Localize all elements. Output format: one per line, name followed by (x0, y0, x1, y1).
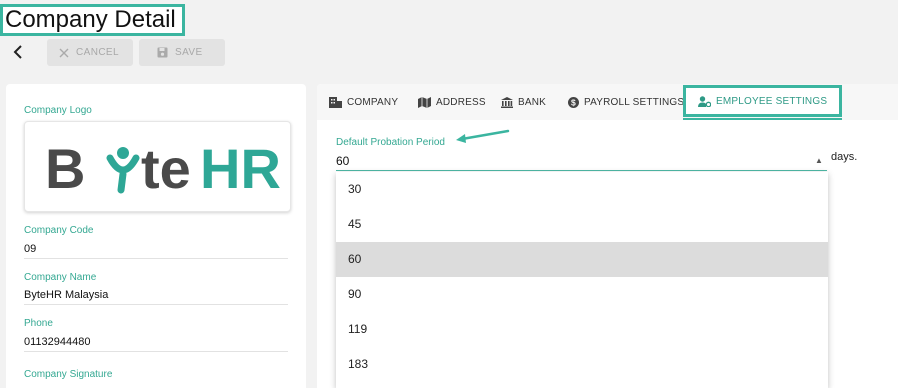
user-settings-icon (698, 95, 711, 107)
bank-icon (501, 96, 513, 108)
close-icon (59, 48, 69, 57)
divider (24, 304, 288, 305)
arrow-annotation-icon (456, 129, 510, 143)
company-signature-label: Company Signature (24, 369, 113, 380)
svg-text:$: $ (571, 97, 576, 107)
probation-unit-label: days. (831, 151, 858, 163)
dropdown-option-45[interactable]: 45 (336, 207, 828, 242)
save-icon (157, 47, 168, 58)
company-name-label: Company Name (24, 272, 97, 283)
cancel-label: CANCEL (76, 47, 119, 58)
building-icon (329, 96, 342, 108)
company-code-label: Company Code (24, 225, 94, 236)
cancel-button[interactable]: CANCEL (47, 39, 133, 66)
tab-payroll-settings[interactable]: $ PAYROLL SETTINGS (568, 84, 684, 120)
save-label: SAVE (175, 47, 203, 58)
probation-period-label: Default Probation Period (336, 137, 445, 148)
tab-label: ADDRESS (436, 96, 486, 108)
dropdown-option-183[interactable]: 183 (336, 347, 828, 382)
svg-text:te: te (141, 137, 191, 200)
tab-label: BANK (518, 96, 547, 108)
tab-label: EMPLOYEE SETTINGS (716, 95, 828, 107)
tab-company[interactable]: COMPANY (329, 84, 398, 120)
phone-label: Phone (24, 318, 53, 329)
probation-period-dropdown: 30 45 60 90 119 183 (336, 172, 828, 388)
back-button[interactable] (10, 42, 28, 62)
tab-label: PAYROLL SETTINGS (584, 96, 685, 108)
tab-employee-settings[interactable]: EMPLOYEE SETTINGS (683, 85, 843, 120)
tab-bar: COMPANY ADDRESS BANK $ PAYROLL SETTINGS … (317, 84, 898, 120)
caret-up-icon[interactable]: ▲ (815, 156, 823, 165)
probation-period-underline (336, 170, 827, 171)
chevron-left-icon (13, 45, 22, 59)
company-code-field[interactable]: 09 (24, 243, 36, 255)
dropdown-option-119[interactable]: 119 (336, 312, 828, 347)
tab-address[interactable]: ADDRESS (418, 84, 486, 120)
company-name-field[interactable]: ByteHR Malaysia (24, 289, 108, 301)
divider (24, 351, 288, 352)
phone-field[interactable]: 01132944480 (24, 336, 90, 348)
svg-text:HR: HR (200, 137, 281, 200)
dropdown-option-90[interactable]: 90 (336, 277, 828, 312)
svg-text:B: B (45, 137, 85, 200)
company-logo-label: Company Logo (24, 105, 92, 116)
page-title: Company Detail (0, 4, 185, 36)
company-logo[interactable]: B te HR (24, 121, 291, 212)
dropdown-option-60[interactable]: 60 (336, 242, 828, 277)
company-info-card: Company Logo B te HR Company Code 09 Com… (6, 84, 306, 388)
divider (24, 258, 288, 259)
bytehr-logo: B te HR (45, 137, 281, 200)
dropdown-option-30[interactable]: 30 (336, 172, 828, 207)
dollar-icon: $ (568, 96, 579, 108)
probation-period-select[interactable]: 60 (336, 154, 349, 168)
save-button[interactable]: SAVE (139, 39, 225, 66)
tab-bank[interactable]: BANK (501, 84, 546, 120)
map-icon (418, 96, 431, 108)
tab-label: COMPANY (347, 96, 399, 108)
